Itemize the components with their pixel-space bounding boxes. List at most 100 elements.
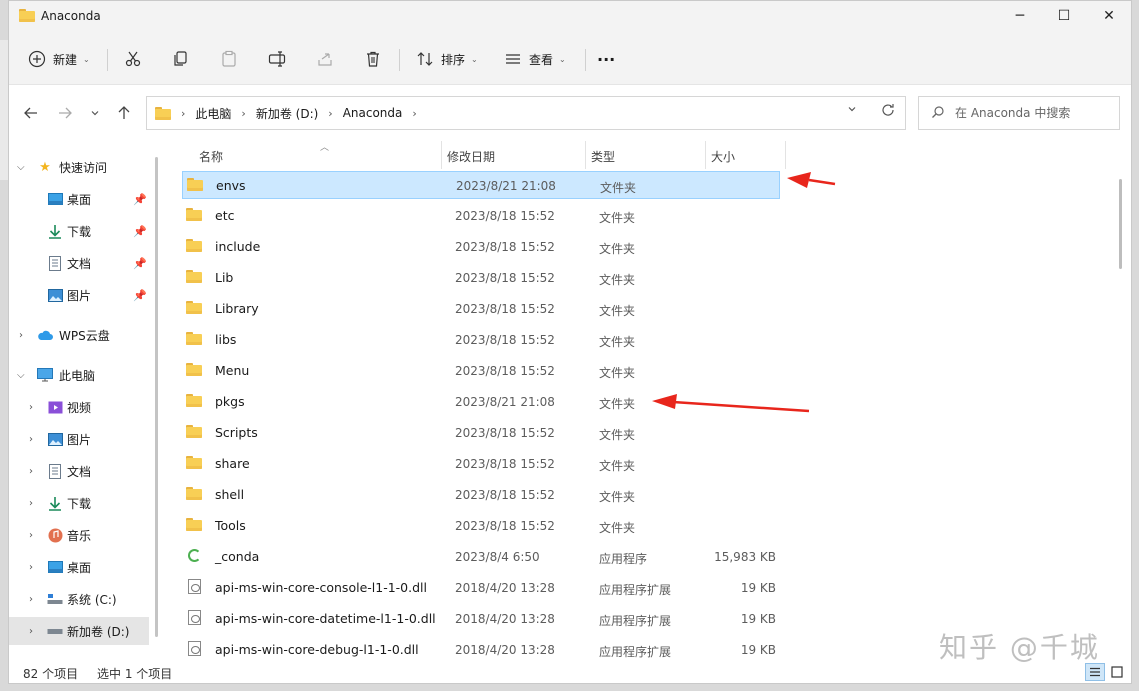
application-icon [186,549,202,563]
rename-button[interactable] [267,45,287,73]
file-date: 2023/8/18 15:52 [455,240,555,254]
file-row[interactable]: api-ms-win-core-debug-l1-1-0.dll 2018/4/2… [182,636,780,664]
refresh-button[interactable] [880,102,896,122]
chevron-right-icon[interactable]: › [328,107,332,120]
column-type[interactable]: 类型 [591,148,615,165]
chevron-right-icon[interactable]: › [29,498,33,509]
chevron-right-icon[interactable]: › [29,434,33,445]
file-row[interactable]: Lib 2023/8/18 15:52 文件夹 [182,264,780,292]
nav-qa-documents[interactable]: 文档 📌 [9,249,149,277]
chevron-right-icon[interactable]: › [29,402,33,413]
file-name: Library [215,301,259,316]
pin-icon[interactable]: 📌 [133,225,147,238]
pin-icon[interactable]: 📌 [133,257,147,270]
column-divider[interactable] [705,141,706,169]
nav-pc-videos[interactable]: › 视频 [9,393,149,421]
breadcrumb-this-pc[interactable]: 此电脑 [195,105,231,122]
file-name: envs [216,178,246,193]
nav-qa-desktop[interactable]: 桌面 📌 [9,185,149,213]
maximize-button[interactable]: ☐ [1041,1,1087,31]
breadcrumb-anaconda[interactable]: Anaconda [343,106,403,120]
nav-qa-pictures[interactable]: 图片 📌 [9,281,149,309]
tiles-view-button[interactable] [1107,663,1127,681]
breadcrumb-drive-d[interactable]: 新加卷 (D:) [256,105,318,122]
file-type: 文件夹 [599,211,636,225]
column-divider[interactable] [585,141,586,169]
nav-pc-pictures[interactable]: › 图片 [9,425,149,453]
file-row[interactable]: api-ms-win-core-datetime-l1-1-0.dll 2018/… [182,605,780,633]
file-row[interactable]: Menu 2023/8/18 15:52 文件夹 [182,357,780,385]
file-row[interactable]: pkgs 2023/8/21 21:08 文件夹 [182,388,780,416]
address-bar[interactable]: › 此电脑 › 新加卷 (D:) › Anaconda › [146,96,906,130]
more-options-button[interactable]: ··· [597,45,615,73]
chevron-right-icon[interactable]: › [241,107,245,120]
share-button[interactable] [315,45,335,73]
chevron-right-icon[interactable]: › [29,562,33,573]
file-name: shell [215,487,245,502]
nav-quick-access[interactable]: ⌵ ★ 快速访问 [9,153,149,181]
nav-pc-drive-c[interactable]: › 系统 (C:) [9,585,149,613]
file-size: 19 KB [740,581,776,595]
forward-button[interactable] [53,101,77,125]
nav-qa-downloads[interactable]: 下载 📌 [9,217,149,245]
pin-icon[interactable]: 📌 [133,193,147,206]
folder-icon [186,208,202,222]
cloud-icon [37,327,53,343]
search-input[interactable] [955,103,1115,123]
nav-label: 此电脑 [59,368,96,383]
column-divider[interactable] [441,141,442,169]
file-type: 文件夹 [599,304,636,318]
up-button[interactable] [112,101,136,125]
chevron-right-icon[interactable]: › [29,466,33,477]
delete-button[interactable] [363,45,383,73]
chevron-right-icon[interactable]: › [19,330,23,341]
nav-scrollbar[interactable] [155,157,158,637]
pin-icon[interactable]: 📌 [133,289,147,302]
file-row[interactable]: share 2023/8/18 15:52 文件夹 [182,450,780,478]
close-button[interactable]: ✕ [1086,1,1132,31]
selection-count: 选中 1 个项目 [97,667,173,681]
file-row[interactable]: etc 2023/8/18 15:52 文件夹 [182,202,780,230]
address-history-dropdown[interactable] [847,104,857,117]
file-type: 文件夹 [599,366,636,380]
file-row[interactable]: include 2023/8/18 15:52 文件夹 [182,233,780,261]
nav-pc-music[interactable]: › 音乐 [9,521,149,549]
file-row[interactable]: Library 2023/8/18 15:52 文件夹 [182,295,780,323]
chevron-down-icon[interactable]: ⌵ [17,370,25,381]
new-button[interactable]: 新建 ⌄ [27,45,90,73]
list-scrollbar[interactable] [1119,179,1122,269]
column-divider[interactable] [785,141,786,169]
cut-button[interactable] [123,45,143,73]
desktop-icon [47,559,63,575]
back-button[interactable] [19,101,43,125]
chevron-right-icon[interactable]: › [29,530,33,541]
file-row[interactable]: Tools 2023/8/18 15:52 文件夹 [182,512,780,540]
nav-wps-cloud[interactable]: › WPS云盘 [9,321,149,349]
sort-button[interactable]: 排序 ⌄ [415,45,478,73]
column-date[interactable]: 修改日期 [447,148,495,165]
file-row[interactable]: shell 2023/8/18 15:52 文件夹 [182,481,780,509]
file-date: 2023/8/18 15:52 [455,457,555,471]
chevron-right-icon[interactable]: › [29,594,33,605]
file-row[interactable]: api-ms-win-core-console-l1-1-0.dll 2018/4… [182,574,780,602]
nav-pc-downloads[interactable]: › 下载 [9,489,149,517]
file-date: 2023/8/18 15:52 [455,333,555,347]
file-row[interactable]: Scripts 2023/8/18 15:52 文件夹 [182,419,780,447]
file-row[interactable]: envs 2023/8/21 21:08 文件夹 [182,171,780,199]
nav-pc-desktop[interactable]: › 桌面 [9,553,149,581]
chevron-down-icon[interactable]: ⌵ [17,162,25,173]
column-size[interactable]: 大小 [711,148,735,165]
nav-pc-documents[interactable]: › 文档 [9,457,149,485]
chevron-right-icon[interactable]: › [412,107,416,120]
nav-this-pc[interactable]: ⌵ 此电脑 [9,361,149,389]
minimize-button[interactable]: ─ [997,1,1043,31]
file-row[interactable]: _conda 2023/8/4 6:50 应用程序 15,983 KB [182,543,780,571]
view-button[interactable]: 查看 ⌄ [503,45,566,73]
nav-pc-drive-d[interactable]: › 新加卷 (D:) [9,617,149,645]
copy-button[interactable] [171,45,191,73]
column-name[interactable]: 名称 [199,148,223,165]
file-row[interactable]: libs 2023/8/18 15:52 文件夹 [182,326,780,354]
paste-button[interactable] [219,45,239,73]
chevron-right-icon[interactable]: › [29,626,33,637]
recent-locations-button[interactable] [83,101,107,125]
